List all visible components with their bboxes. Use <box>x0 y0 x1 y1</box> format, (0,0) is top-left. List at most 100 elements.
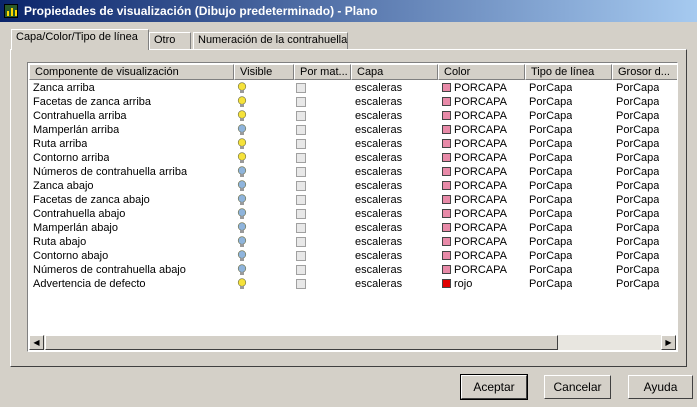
by-material-checkbox[interactable] <box>296 237 306 247</box>
column-header-lineweight[interactable]: Grosor d... <box>612 64 677 80</box>
help-button[interactable]: Ayuda <box>628 375 693 399</box>
color-swatch <box>442 265 451 274</box>
by-material-checkbox[interactable] <box>296 125 306 135</box>
layer-cell: escaleras <box>355 222 403 234</box>
tab-otro[interactable]: Otro <box>149 32 191 49</box>
color-cell: PORCAPA <box>442 193 507 207</box>
column-header-linetype[interactable]: Tipo de línea <box>525 64 612 80</box>
color-swatch <box>442 125 451 134</box>
table-row[interactable]: Advertencia de defecto escaleras rojo PorCa… <box>29 277 677 291</box>
color-swatch <box>442 279 451 288</box>
by-material-checkbox[interactable] <box>296 223 306 233</box>
by-material-checkbox[interactable] <box>296 251 306 261</box>
color-swatch <box>442 223 451 232</box>
by-material-checkbox[interactable] <box>296 97 306 107</box>
layer-cell: escaleras <box>355 138 403 150</box>
column-header-by-material[interactable]: Por mat... <box>294 64 351 80</box>
light-bulb-on-icon[interactable] <box>237 152 247 164</box>
by-material-checkbox[interactable] <box>296 153 306 163</box>
lineweight-cell: PorCapa <box>616 194 660 206</box>
light-bulb-off-icon[interactable] <box>237 194 247 206</box>
lineweight-cell: PorCapa <box>616 180 660 192</box>
component-name: Facetas de zanca abajo <box>33 194 150 206</box>
color-label: PORCAPA <box>454 194 507 206</box>
table-row[interactable]: Zanca arriba escaleras PORCAPA PorCapa PorCa… <box>29 81 677 95</box>
accept-button[interactable]: Aceptar <box>460 374 528 400</box>
by-material-checkbox[interactable] <box>296 195 306 205</box>
color-swatch <box>442 209 451 218</box>
column-header-layer[interactable]: Capa <box>351 64 438 80</box>
lineweight-cell: PorCapa <box>616 250 660 262</box>
column-header-visible[interactable]: Visible <box>234 64 294 80</box>
color-cell: PORCAPA <box>442 249 507 263</box>
table-row[interactable]: Ruta abajo escaleras PORCAPA PorCapa PorCapa <box>29 235 677 249</box>
component-name: Contrahuella arriba <box>33 110 127 122</box>
light-bulb-on-icon[interactable] <box>237 138 247 150</box>
title-bar[interactable]: Propiedades de visualización (Dibujo pre… <box>0 0 697 22</box>
light-bulb-on-icon[interactable] <box>237 96 247 108</box>
scroll-thumb[interactable] <box>45 335 558 350</box>
color-label: PORCAPA <box>454 236 507 248</box>
layer-cell: escaleras <box>355 152 403 164</box>
component-name: Números de contrahuella abajo <box>33 264 186 276</box>
color-cell: PORCAPA <box>442 165 507 179</box>
cancel-button[interactable]: Cancelar <box>544 375 611 399</box>
layer-cell: escaleras <box>355 194 403 206</box>
table-row[interactable]: Ruta arriba escaleras PORCAPA PorCapa PorCap… <box>29 137 677 151</box>
tab-numeracion-contrahuella[interactable]: Numeración de la contrahuella <box>193 32 348 49</box>
tab-capa-color-tipo[interactable]: Capa/Color/Tipo de línea <box>11 29 149 50</box>
horizontal-scrollbar[interactable]: ◀ ▶ <box>29 335 676 350</box>
lineweight-cell: PorCapa <box>616 124 660 136</box>
table-row[interactable]: Facetas de zanca arriba escaleras PORCAPA P… <box>29 95 677 109</box>
component-name: Zanca abajo <box>33 180 94 192</box>
scroll-left-button[interactable]: ◀ <box>29 335 44 350</box>
column-header-component[interactable]: Componente de visualización <box>29 64 234 80</box>
by-material-checkbox[interactable] <box>296 279 306 289</box>
light-bulb-on-icon[interactable] <box>237 110 247 122</box>
light-bulb-on-icon[interactable] <box>237 278 247 290</box>
color-cell: PORCAPA <box>442 109 507 123</box>
light-bulb-off-icon[interactable] <box>237 264 247 276</box>
table-row[interactable]: Números de contrahuella arriba escaleras P… <box>29 165 677 179</box>
by-material-checkbox[interactable] <box>296 181 306 191</box>
by-material-checkbox[interactable] <box>296 83 306 93</box>
light-bulb-off-icon[interactable] <box>237 236 247 248</box>
table-row[interactable]: Números de contrahuella abajo escaleras PO… <box>29 263 677 277</box>
table-row[interactable]: Mamperlán arriba escaleras PORCAPA PorCapa P… <box>29 123 677 137</box>
by-material-checkbox[interactable] <box>296 139 306 149</box>
light-bulb-off-icon[interactable] <box>237 208 247 220</box>
display-components-list[interactable]: Componente de visualización Visible Por … <box>27 62 678 352</box>
scroll-right-button[interactable]: ▶ <box>661 335 676 350</box>
lineweight-cell: PorCapa <box>616 208 660 220</box>
layer-cell: escaleras <box>355 110 403 122</box>
component-name: Ruta arriba <box>33 138 88 150</box>
layer-cell: escaleras <box>355 96 403 108</box>
layer-cell: escaleras <box>355 264 403 276</box>
by-material-checkbox[interactable] <box>296 111 306 121</box>
by-material-checkbox[interactable] <box>296 209 306 219</box>
by-material-checkbox[interactable] <box>296 167 306 177</box>
lineweight-cell: PorCapa <box>616 236 660 248</box>
light-bulb-on-icon[interactable] <box>237 82 247 94</box>
lineweight-cell: PorCapa <box>616 110 660 122</box>
table-row[interactable]: Contorno arriba escaleras PORCAPA PorCapa Po… <box>29 151 677 165</box>
table-row[interactable]: Contrahuella abajo escaleras PORCAPA PorCap… <box>29 207 677 221</box>
lineweight-cell: PorCapa <box>616 138 660 150</box>
linetype-cell: PorCapa <box>529 96 573 108</box>
light-bulb-off-icon[interactable] <box>237 222 247 234</box>
light-bulb-off-icon[interactable] <box>237 250 247 262</box>
table-row[interactable]: Facetas de zanca abajo escaleras PORCAPA Po… <box>29 193 677 207</box>
color-swatch <box>442 167 451 176</box>
light-bulb-off-icon[interactable] <box>237 124 247 136</box>
table-row[interactable]: Mamperlán abajo escaleras PORCAPA PorCapa Po… <box>29 221 677 235</box>
table-row[interactable]: Zanca abajo escaleras PORCAPA PorCapa PorCap… <box>29 179 677 193</box>
table-row[interactable]: Contorno abajo escaleras PORCAPA PorCapa Por… <box>29 249 677 263</box>
table-row[interactable]: Contrahuella arriba escaleras PORCAPA PorCa… <box>29 109 677 123</box>
component-name: Contrahuella abajo <box>33 208 126 220</box>
light-bulb-off-icon[interactable] <box>237 166 247 178</box>
light-bulb-off-icon[interactable] <box>237 180 247 192</box>
linetype-cell: PorCapa <box>529 110 573 122</box>
app-icon <box>4 4 18 18</box>
by-material-checkbox[interactable] <box>296 265 306 275</box>
column-header-color[interactable]: Color <box>438 64 525 80</box>
